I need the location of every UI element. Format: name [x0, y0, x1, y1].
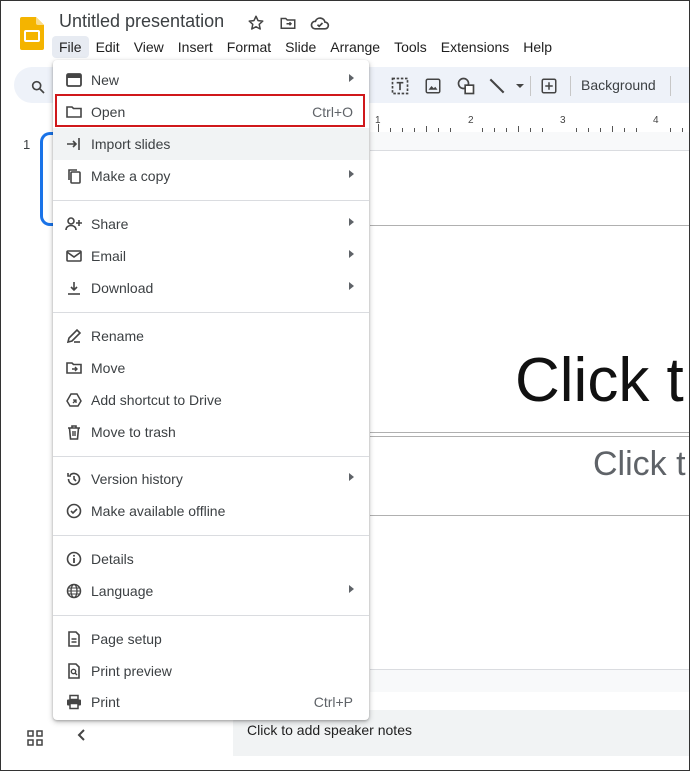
menu-divider: [53, 312, 369, 313]
slides-logo-icon[interactable]: [20, 17, 44, 50]
submenu-arrow-icon: [349, 282, 354, 290]
file-menu-dropdown: New Open Ctrl+O Import slides Make a cop…: [53, 60, 369, 720]
menu-item-share[interactable]: Share: [53, 208, 369, 240]
shortcut-label: Ctrl+P: [313, 694, 353, 710]
menu-help[interactable]: Help: [516, 36, 559, 58]
horizontal-ruler: 1 2 3 4: [370, 112, 690, 133]
menu-item-rename[interactable]: Rename: [53, 320, 369, 352]
submenu-arrow-icon: [349, 250, 354, 258]
menu-tools[interactable]: Tools: [387, 36, 434, 58]
globe-icon: [65, 582, 83, 600]
menu-divider: [53, 535, 369, 536]
menu-item-print-preview[interactable]: Print preview: [53, 655, 369, 687]
menu-item-version-history[interactable]: Version history: [53, 463, 369, 495]
pencil-icon: [65, 327, 83, 345]
ruler-mark: 4: [653, 115, 659, 126]
page-icon: [65, 630, 83, 648]
placeholder-border: [370, 432, 690, 433]
menu-bar: File Edit View Insert Format Slide Arran…: [52, 36, 559, 58]
text-box-icon[interactable]: [390, 76, 410, 96]
placeholder-border: [370, 515, 690, 516]
line-icon[interactable]: [487, 76, 507, 96]
menu-divider: [53, 456, 369, 457]
menu-item-email[interactable]: Email: [53, 240, 369, 272]
menu-item-download[interactable]: Download: [53, 272, 369, 304]
download-icon: [65, 279, 83, 297]
menu-view[interactable]: View: [127, 36, 171, 58]
title-placeholder[interactable]: Click t: [515, 345, 684, 416]
email-icon: [65, 247, 83, 265]
toolbar-divider: [530, 76, 531, 96]
import-icon: [65, 135, 83, 153]
menu-divider: [53, 200, 369, 201]
submenu-arrow-icon: [349, 585, 354, 593]
chevron-left-icon[interactable]: [76, 728, 88, 747]
menu-item-details[interactable]: Details: [53, 543, 369, 575]
menu-insert[interactable]: Insert: [171, 36, 220, 58]
copy-icon: [65, 167, 83, 185]
menu-item-add-shortcut-to-drive[interactable]: Add shortcut to Drive: [53, 384, 369, 416]
toolbar-divider: [670, 76, 671, 96]
star-icon[interactable]: [245, 12, 267, 34]
highlight-box: [55, 94, 365, 127]
slide-number: 1: [23, 137, 31, 152]
menu-slide[interactable]: Slide: [278, 36, 323, 58]
move-folder-icon: [65, 359, 83, 377]
submenu-arrow-icon: [349, 218, 354, 226]
placeholder-border: [370, 225, 690, 226]
menu-item-print[interactable]: Print Ctrl+P: [53, 686, 369, 718]
submenu-arrow-icon: [349, 473, 354, 481]
print-icon: [65, 693, 83, 711]
menu-divider: [53, 615, 369, 616]
menu-item-make-a-copy[interactable]: Make a copy: [53, 160, 369, 192]
toolbar-divider: [570, 76, 571, 96]
menu-format[interactable]: Format: [220, 36, 278, 58]
ruler-mark: 2: [468, 115, 474, 126]
subtitle-placeholder[interactable]: Click t: [593, 445, 686, 484]
info-icon: [65, 550, 83, 568]
background-button[interactable]: Background: [581, 77, 656, 93]
document-title[interactable]: Untitled presentation: [59, 11, 224, 32]
cloud-saved-icon[interactable]: [309, 12, 331, 34]
menu-item-make-available-offline[interactable]: Make available offline: [53, 495, 369, 527]
person-add-icon: [65, 215, 83, 233]
trash-icon: [65, 423, 83, 441]
grid-view-icon[interactable]: [27, 730, 43, 751]
search-icon[interactable]: [28, 77, 48, 97]
offline-icon: [65, 502, 83, 520]
menu-item-page-setup[interactable]: Page setup: [53, 623, 369, 655]
menu-arrange[interactable]: Arrange: [323, 36, 387, 58]
shape-icon[interactable]: [456, 76, 476, 96]
add-comment-icon[interactable]: [539, 76, 559, 96]
image-icon[interactable]: [423, 76, 443, 96]
menu-item-language[interactable]: Language: [53, 575, 369, 607]
drive-shortcut-icon: [65, 391, 83, 409]
placeholder-border: [370, 436, 690, 437]
slides-icon: [65, 71, 83, 89]
menu-edit[interactable]: Edit: [89, 36, 127, 58]
menu-item-import-slides[interactable]: Import slides: [53, 128, 369, 160]
ruler-mark: 1: [375, 115, 381, 126]
speaker-notes-placeholder[interactable]: Click to add speaker notes: [247, 722, 412, 738]
move-folder-icon[interactable]: [277, 12, 299, 34]
submenu-arrow-icon: [349, 170, 354, 178]
history-icon: [65, 470, 83, 488]
print-preview-icon: [65, 662, 83, 680]
menu-item-move-to-trash[interactable]: Move to trash: [53, 416, 369, 448]
menu-item-new[interactable]: New: [53, 64, 369, 96]
menu-item-move[interactable]: Move: [53, 352, 369, 384]
menu-file[interactable]: File: [52, 36, 89, 58]
menu-extensions[interactable]: Extensions: [434, 36, 516, 58]
ruler-mark: 3: [560, 115, 566, 126]
submenu-arrow-icon: [349, 74, 354, 82]
chevron-down-icon[interactable]: [510, 76, 530, 96]
